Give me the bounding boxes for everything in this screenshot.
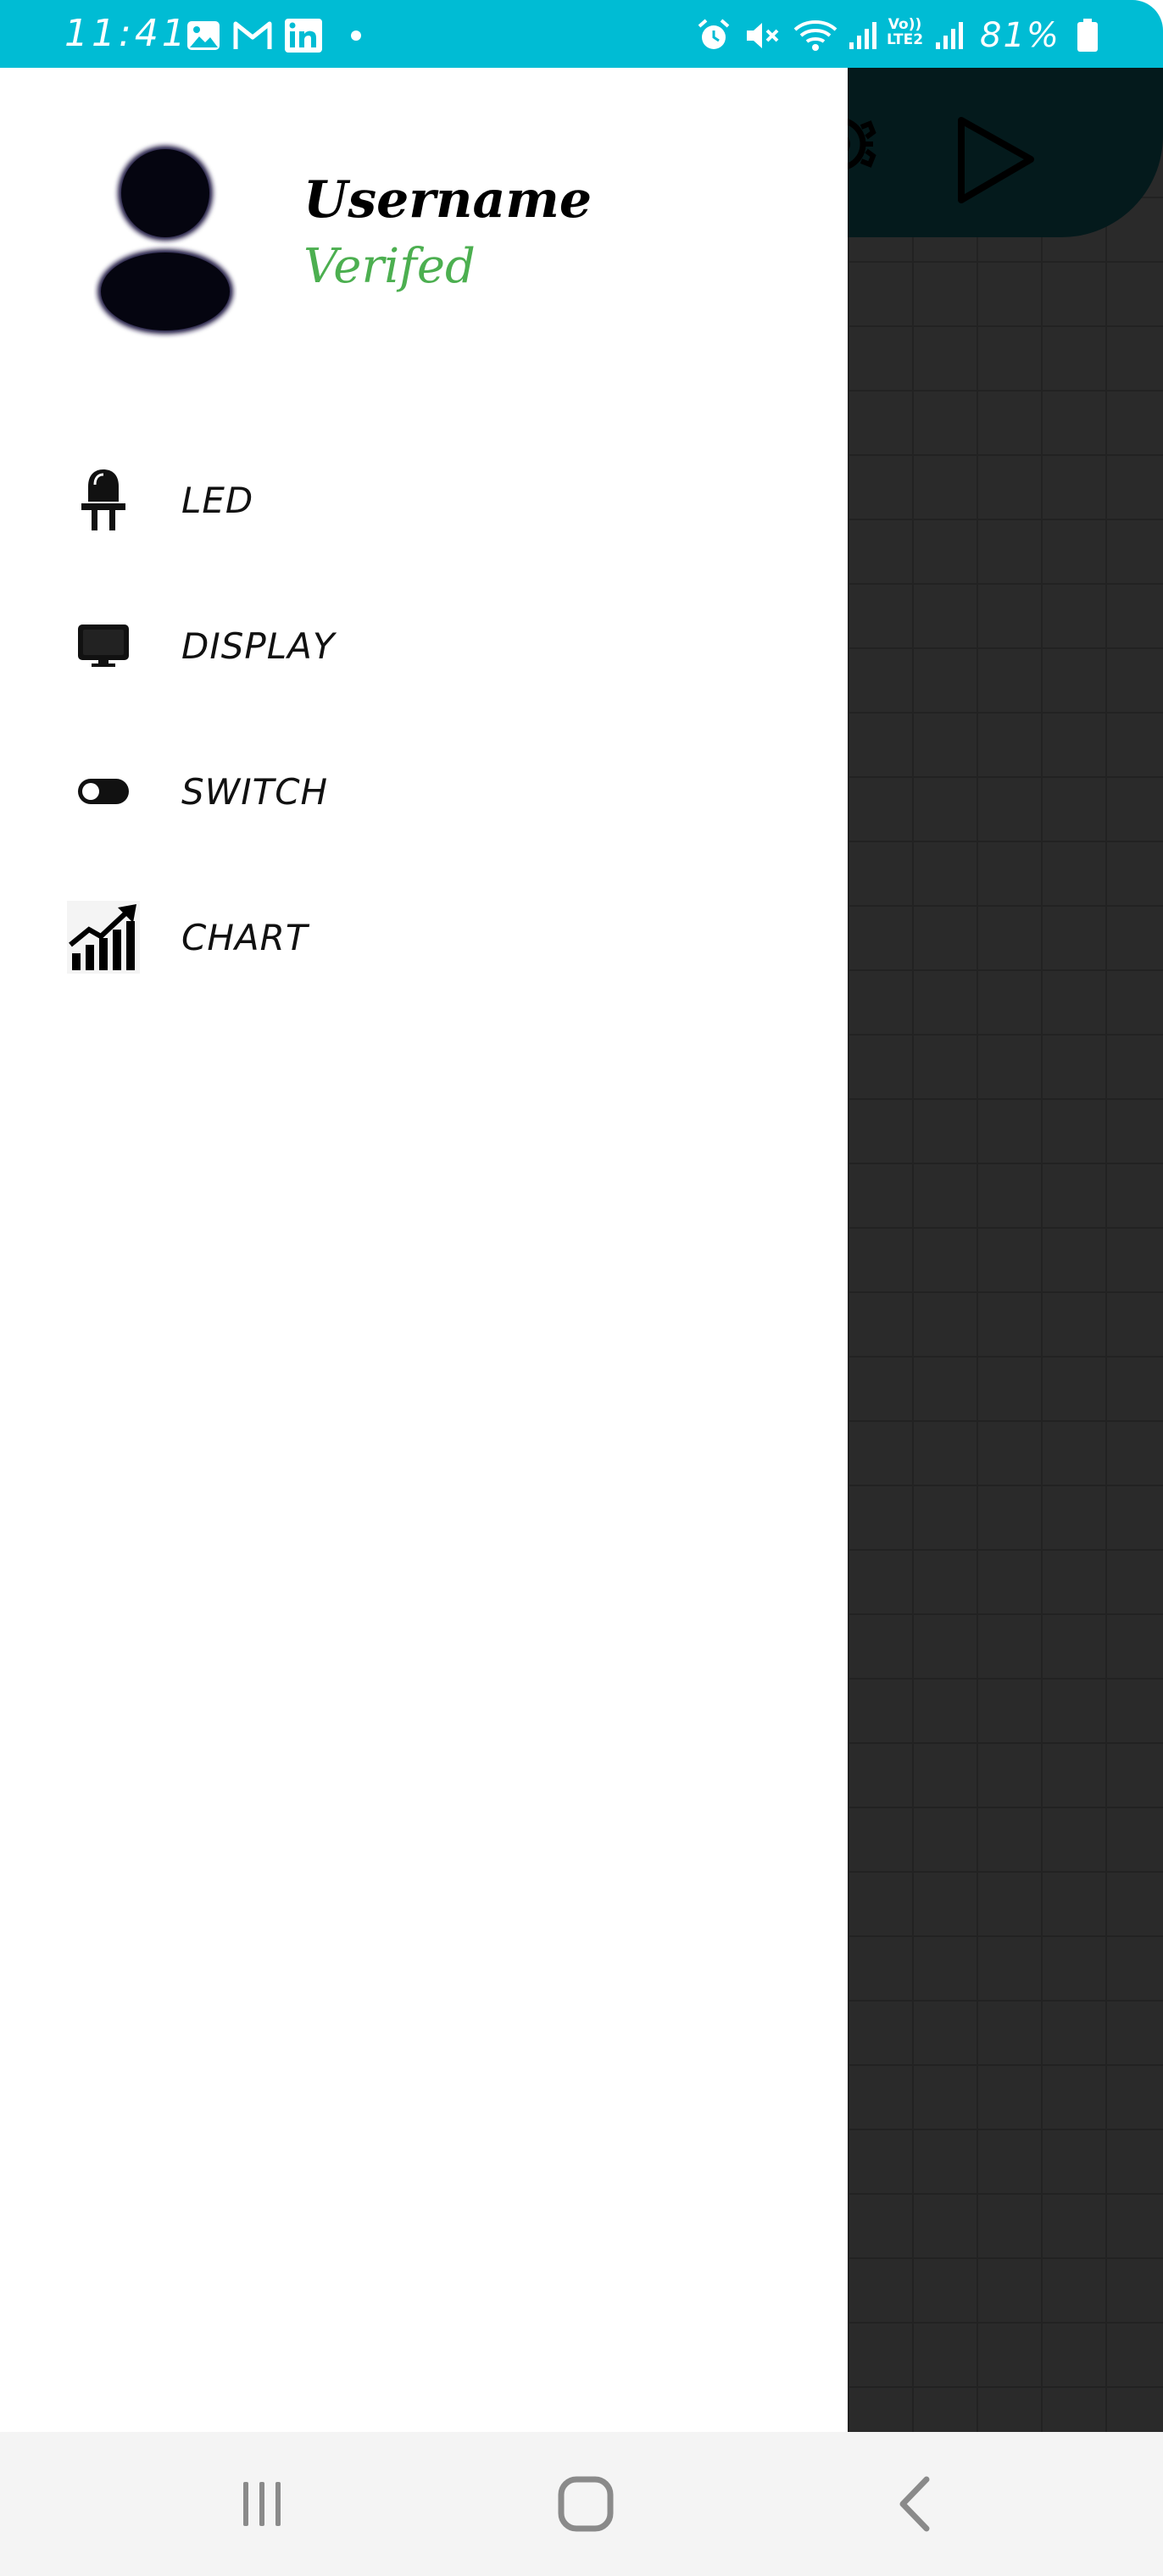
linkedin-icon: [283, 17, 324, 54]
monitor-icon: [61, 603, 146, 688]
background-app-header: [812, 68, 1163, 237]
background-app-canvas[interactable]: [848, 68, 1163, 2432]
menu-item-led[interactable]: LED: [0, 449, 848, 551]
play-icon[interactable]: [949, 110, 1043, 212]
signal-icon: [932, 17, 966, 54]
navigation-drawer: Username Verifed LED DISPLAY SWITCH CHAR…: [0, 68, 848, 2432]
menu-item-label: LED: [181, 479, 254, 521]
toggle-switch-icon: [61, 749, 146, 834]
gallery-icon: [185, 17, 222, 54]
menu-item-chart[interactable]: CHART: [0, 886, 848, 988]
system-navigation-bar: [0, 2432, 1163, 2576]
menu-item-display[interactable]: DISPLAY: [0, 595, 848, 697]
signal-icon: [846, 17, 880, 54]
back-icon[interactable]: [868, 2466, 961, 2542]
network-type-label: Vo)) LTE2: [887, 16, 924, 48]
menu-item-switch[interactable]: SWITCH: [0, 741, 848, 842]
menu-item-label: DISPLAY: [181, 625, 336, 667]
led-icon: [61, 458, 146, 542]
home-icon[interactable]: [539, 2466, 632, 2542]
gmail-icon: [231, 17, 275, 54]
status-time: 11:41: [64, 12, 189, 55]
status-bar: 11:41 Vo)) LTE2 81%: [0, 0, 1163, 68]
menu-item-label: CHART: [181, 916, 309, 958]
chart-icon: [61, 895, 146, 980]
alarm-icon: [695, 17, 732, 54]
dot-icon: [346, 17, 366, 54]
mute-icon: [743, 17, 782, 54]
recent-apps-icon[interactable]: [215, 2466, 309, 2542]
profile-username: Username: [303, 170, 593, 230]
profile-status: Verifed: [303, 239, 476, 294]
wifi-icon: [792, 17, 839, 54]
avatar[interactable]: [93, 137, 237, 341]
menu-item-label: SWITCH: [181, 770, 329, 813]
battery-percent: 81%: [980, 16, 1060, 55]
battery-icon: [1075, 17, 1100, 54]
